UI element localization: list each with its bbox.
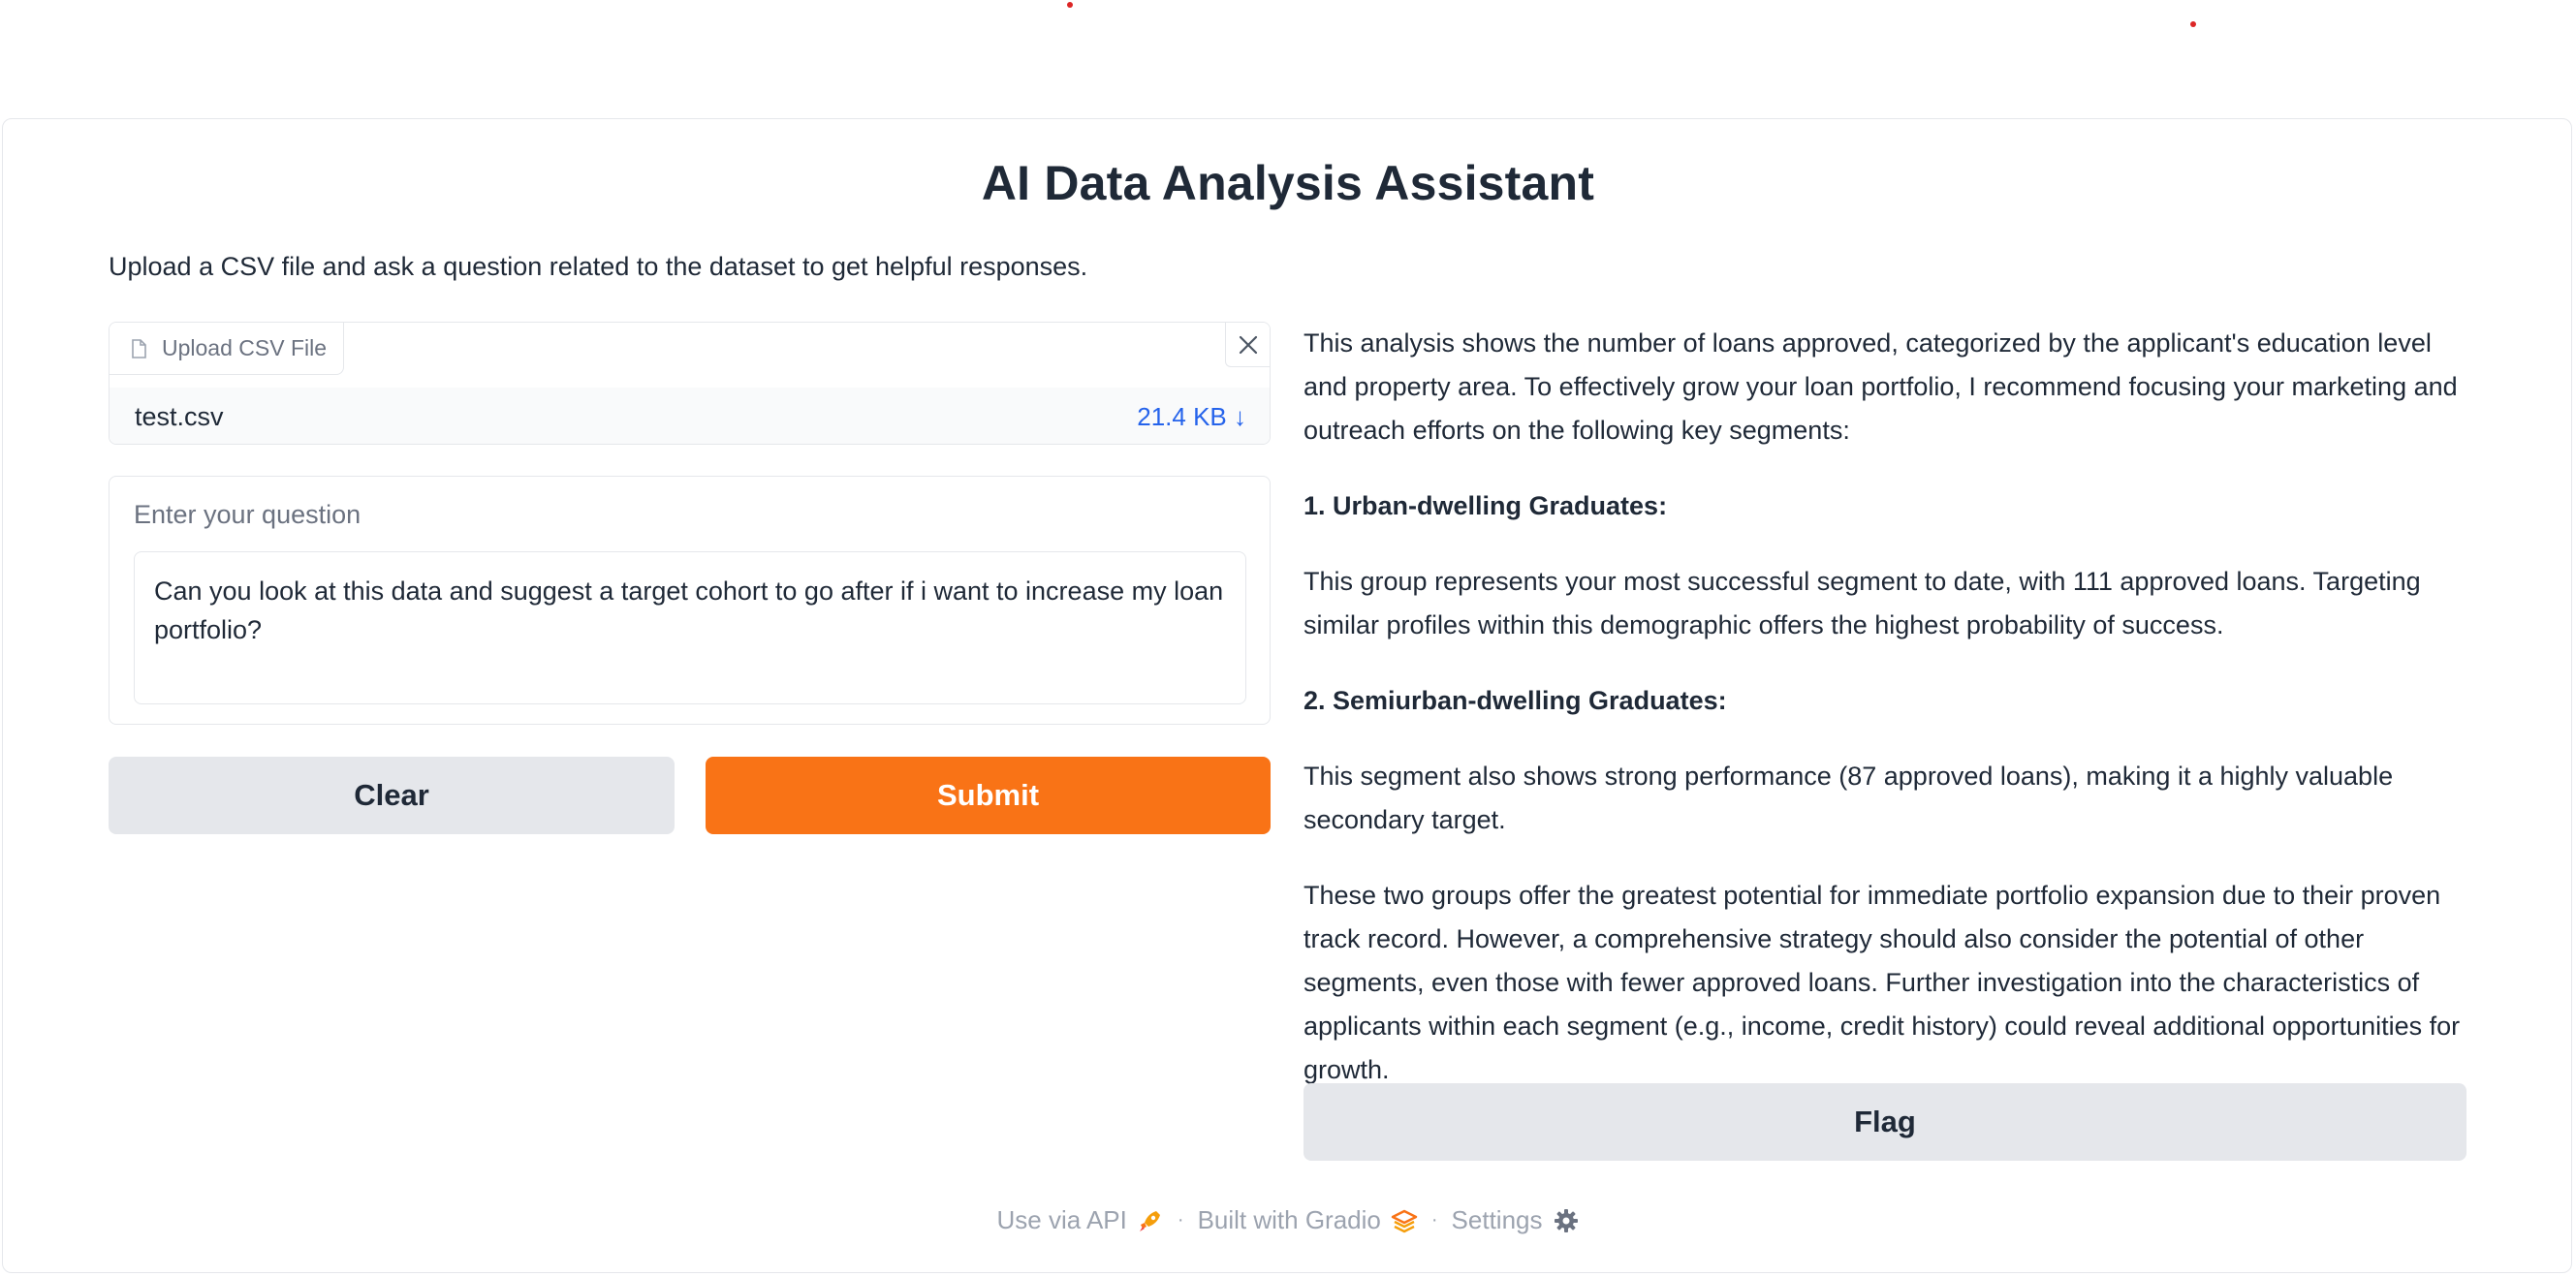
settings-link[interactable]: Settings [1452, 1205, 1580, 1235]
flag-button[interactable]: Flag [1304, 1083, 2466, 1161]
page-title: AI Data Analysis Assistant [981, 156, 1595, 210]
use-via-api-link[interactable]: Use via API [996, 1205, 1163, 1235]
file-name: test.csv [135, 401, 224, 431]
use-via-api-label: Use via API [996, 1205, 1127, 1234]
clear-button[interactable]: Clear [109, 757, 675, 834]
output-heading-2: 2. Semiurban-dwelling Graduates: [1304, 686, 1727, 715]
built-with-gradio-link[interactable]: Built with Gradio [1198, 1205, 1418, 1235]
question-block: Enter your question Can you look at this… [109, 476, 1271, 725]
settings-label: Settings [1451, 1205, 1543, 1234]
rocket-icon [1139, 1210, 1160, 1231]
close-icon [1239, 335, 1257, 354]
clear-file-button[interactable] [1225, 323, 1270, 367]
red-marker-dot [1067, 2, 1073, 8]
upload-label: Upload CSV File [110, 323, 345, 375]
submit-button[interactable]: Submit [706, 757, 1271, 834]
file-upload[interactable]: Upload CSV File test.csv 21.4 KB ↓ [109, 322, 1271, 445]
gear-icon [1554, 1208, 1578, 1232]
question-input[interactable]: Can you look at this data and suggest a … [134, 551, 1246, 704]
file-download-link[interactable]: 21.4 KB ↓ [1137, 402, 1246, 432]
output-paragraph-1: This group represents your most successf… [1304, 567, 2421, 639]
footer-separator: · [1177, 1209, 1184, 1230]
upload-label-text: Upload CSV File [162, 335, 328, 360]
footer-separator: · [1430, 1209, 1438, 1230]
footer: Use via API · Built with Gradio · Settin… [0, 1205, 2576, 1235]
output-conclusion: These two groups offer the greatest pote… [1304, 881, 2461, 1084]
uploaded-file-row: test.csv 21.4 KB ↓ [110, 388, 1270, 444]
built-with-gradio-label: Built with Gradio [1197, 1205, 1381, 1234]
gradio-logo-icon [1391, 1209, 1418, 1232]
analysis-output: This analysis shows the number of loans … [1304, 322, 2466, 1124]
red-marker-dot [2190, 21, 2196, 27]
question-label: Enter your question [134, 500, 361, 529]
output-paragraph-2: This segment also shows strong performan… [1304, 762, 2394, 834]
output-intro: This analysis shows the number of loans … [1304, 328, 2458, 445]
page-description: Upload a CSV file and ask a question rel… [109, 252, 1088, 281]
file-icon [131, 338, 146, 358]
output-heading-1: 1. Urban-dwelling Graduates: [1304, 491, 1668, 520]
